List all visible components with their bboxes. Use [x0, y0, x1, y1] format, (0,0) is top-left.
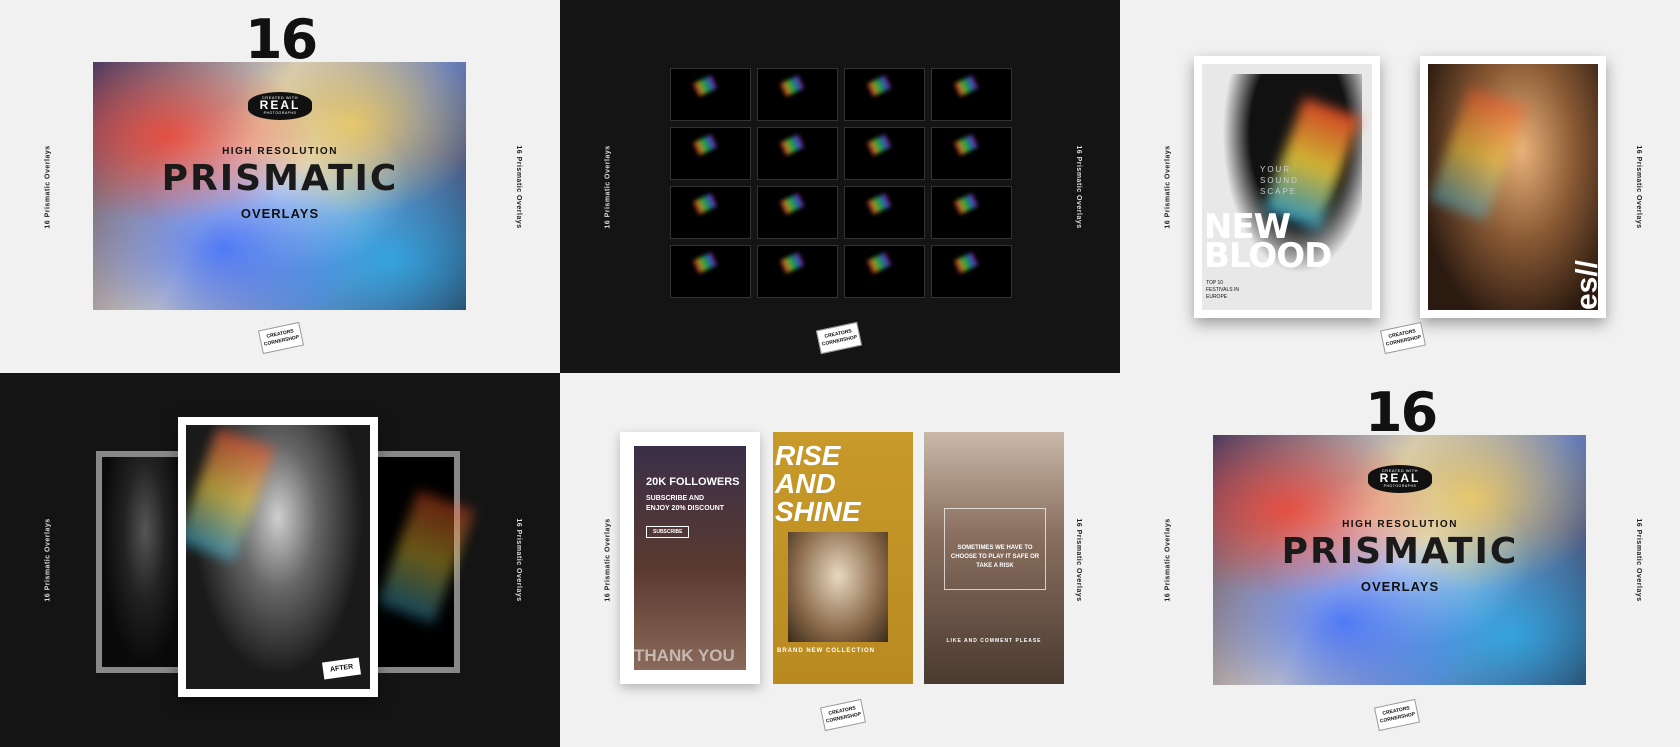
thumbnail [844, 68, 925, 121]
followers-title: 20K FOLLOWERS [646, 476, 740, 488]
bw-portrait-image [102, 457, 180, 667]
cover-title: PRISMATIC [161, 158, 399, 199]
preview-grid: 16 Prismatic Overlays 16 Prismatic Overl… [0, 0, 1680, 747]
story-photo: 20K FOLLOWERS SUBSCRIBE AND ENJOY 20% DI… [634, 446, 746, 670]
magazine-cover: vibes// [1428, 64, 1598, 310]
festivals-text: TOP 10 FESTIVALS IN EUROPE [1206, 280, 1239, 300]
discount-text: SUBSCRIBE AND ENJOY 20% DISCOUNT [646, 495, 725, 512]
after-photo: AFTER [178, 417, 378, 697]
real-photos-badge: CREATED WITH REAL PHOTOGRAPHS [1368, 465, 1432, 493]
cover-subtitle: HIGH RESOLUTION [222, 146, 338, 157]
panel-cover-1: 16 Prismatic Overlays 16 Prismatic Overl… [0, 0, 560, 373]
cover-number: 16 [1365, 381, 1438, 444]
collection-text: BRAND NEW COLLECTION [777, 648, 875, 654]
rise-text: RISE [775, 440, 841, 471]
headline-blood: BLOOD [1204, 236, 1332, 276]
side-label-left: 16 Prismatic Overlays [44, 518, 52, 602]
shine-text: SHINE [775, 496, 861, 527]
badge-bottom: PHOTOGRAPHS [1383, 484, 1417, 488]
vibes-text: vibes// [1570, 260, 1598, 310]
quote-text: SOMETIMES WE HAVE TO CHOOSE TO PLAY IT S… [950, 545, 1040, 569]
story-followers: 20K FOLLOWERS SUBSCRIBE AND ENJOY 20% DI… [620, 432, 760, 684]
after-photo-inner: AFTER [186, 425, 370, 689]
magazine-cover: YOUR SOUND SCAPE NEW BLOOD TOP 10 FESTIV… [1202, 64, 1372, 310]
side-label-left: 16 Prismatic Overlays [604, 144, 612, 229]
cover-tagline: OVERLAYS [1360, 579, 1440, 594]
overlay-image [376, 457, 475, 667]
badge-word: REAL [259, 98, 301, 112]
panel-magazines: 16 Prismatic Overlays 16 Prismatic Overl… [1120, 0, 1680, 373]
thumbnail [670, 245, 751, 298]
side-label-right: 16 Prismatic Overlays [514, 518, 522, 602]
magazine-new-blood: YOUR SOUND SCAPE NEW BLOOD TOP 10 FESTIV… [1194, 56, 1380, 318]
panel-before-after: 16 Prismatic Overlays 16 Prismatic Overl… [0, 373, 560, 747]
overlay-thumbnail-grid [670, 68, 1012, 298]
thumbnail [931, 186, 1012, 239]
sound-scape-text: YOUR SOUND SCAPE [1260, 165, 1299, 196]
woman-hat-image [788, 532, 888, 642]
thumbnail [757, 68, 838, 121]
cover-number: 16 [245, 8, 318, 71]
thumbnail [931, 245, 1012, 298]
side-label-left: 16 Prismatic Overlays [604, 518, 612, 602]
side-label-right: 16 Prismatic Overlays [1634, 144, 1642, 229]
story-skater: SOMETIMES WE HAVE TO CHOOSE TO PLAY IT S… [924, 432, 1064, 684]
side-label-left: 16 Prismatic Overlays [1164, 144, 1172, 229]
creators-logo: CREATORS CORNERSHOP [1379, 321, 1427, 355]
side-label-right: 16 Prismatic Overlays [1074, 144, 1082, 229]
real-photos-badge: CREATED WITH REAL PHOTOGRAPHS [248, 92, 312, 120]
thumbnail [844, 127, 925, 180]
creators-logo: CREATORS CORNERSHOP [1373, 698, 1421, 732]
creators-logo: CREATORS CORNERSHOP [815, 321, 863, 355]
thank-you-text: THANK YOU [634, 646, 735, 665]
cover-title: PRISMATIC [1281, 531, 1519, 572]
overlay-only-photo [370, 451, 475, 673]
thumbnail [757, 186, 838, 239]
badge-bottom: PHOTOGRAPHS [263, 111, 297, 115]
like-comment-text: LIKE AND COMMENT PLEASE [946, 638, 1042, 644]
thumbnail [670, 186, 751, 239]
thumbnail [931, 68, 1012, 121]
magazine-vibes: vibes// [1420, 56, 1606, 318]
thumbnail [844, 186, 925, 239]
thumbnail [670, 127, 751, 180]
creators-logo: CREATORS CORNERSHOP [819, 698, 867, 732]
and-text: AND [775, 468, 836, 499]
panel-cover-2: 16 Prismatic Overlays 16 Prismatic Overl… [1120, 373, 1680, 747]
cover-subtitle: HIGH RESOLUTION [1342, 519, 1458, 530]
subscribe-button: SUBSCRIBE [646, 526, 690, 538]
before-photo [96, 451, 186, 673]
thumbnail [931, 127, 1012, 180]
side-label-right: 16 Prismatic Overlays [1074, 518, 1082, 602]
thumbnail [670, 68, 751, 121]
thumbnail [757, 245, 838, 298]
prism-streak [377, 490, 475, 624]
badge-word: REAL [1379, 471, 1421, 485]
cover-tagline: OVERLAYS [240, 206, 320, 221]
thumbnail [844, 245, 925, 298]
story-rise-shine: RISE AND SHINE BRAND NEW COLLECTION [773, 432, 913, 684]
thumbnail [757, 127, 838, 180]
creators-logo: CREATORS CORNERSHOP [257, 321, 305, 355]
